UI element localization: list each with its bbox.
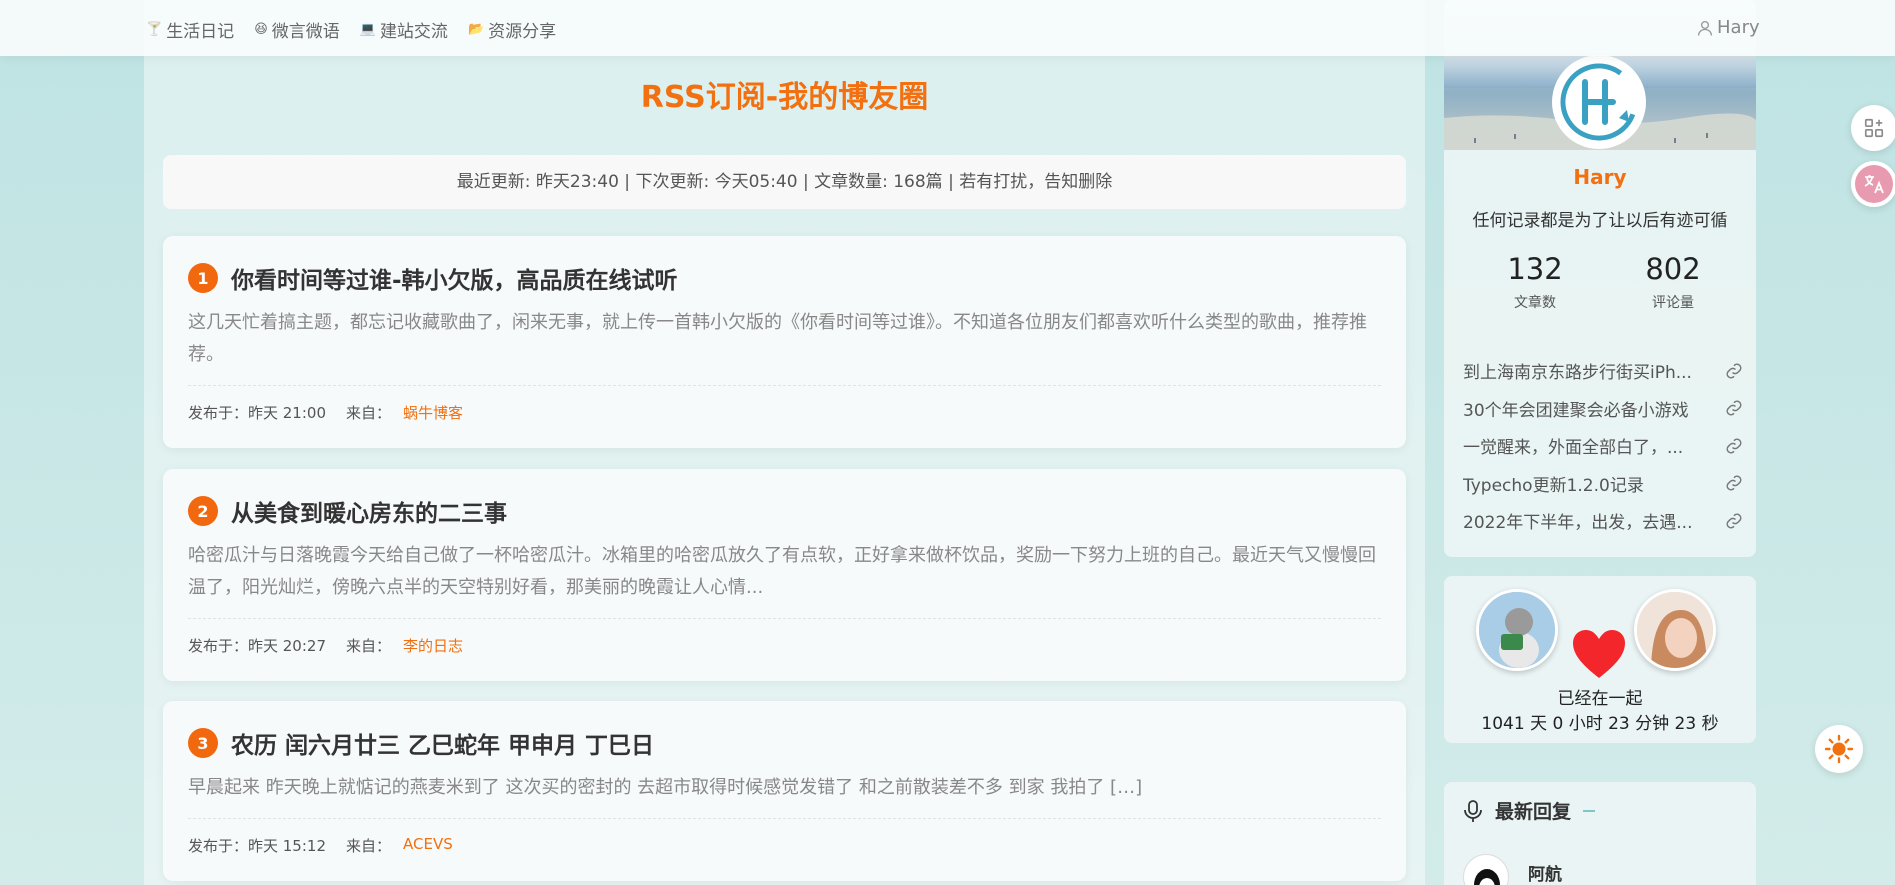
nav-item-label: 建站交流 xyxy=(379,22,448,42)
translate-button[interactable] xyxy=(1851,161,1895,207)
microphone-icon xyxy=(1464,799,1482,822)
article-title[interactable]: 农历 闰六月廿三 乙巳蛇年 甲申月 丁巳日 xyxy=(231,726,654,760)
reply-username[interactable]: 阿航 xyxy=(1528,860,1562,885)
recent-posts-list: 到上海南京东路步行街买iPh... 30个年会团建聚会必备小游戏 一觉醒来，外面… xyxy=(1463,352,1743,540)
nav-item-site-building[interactable]: 💻 建站交流 xyxy=(360,17,448,42)
nav-menu: 🍸 生活日记 😆 微言微语 💻 建站交流 📂 资源分享 xyxy=(146,17,556,42)
article-card[interactable]: 3 农历 闰六月廿三 乙巳蛇年 甲申月 丁巳日 早晨起来 昨天晚上就惦记的燕麦米… xyxy=(163,701,1406,881)
grin-icon: 😆 xyxy=(254,22,268,37)
link-icon xyxy=(1726,363,1742,379)
main-content: RSS订阅-我的博友圈 最近更新: 昨天23:40 | 下次更新: 今天05:4… xyxy=(144,0,1425,885)
user-menu[interactable]: Hary xyxy=(1696,17,1760,38)
recent-post-item[interactable]: 到上海南京东路步行街买iPh... xyxy=(1463,352,1743,390)
nav-item-label: 生活日记 xyxy=(166,22,235,42)
heart-icon xyxy=(1573,630,1625,678)
article-title[interactable]: 你看时间等过谁-韩小欠版，高品质在线试听 xyxy=(231,261,678,295)
article-header: 3 农历 闰六月廿三 乙巳蛇年 甲申月 丁巳日 xyxy=(188,726,1381,760)
recent-post-title: Typecho更新1.2.0记录 xyxy=(1463,475,1644,496)
article-excerpt: 早晨起来 昨天晚上就惦记的燕麦米到了 这次买的密封的 去超市取得时候感觉发错了 … xyxy=(188,777,1143,798)
user-icon xyxy=(1697,20,1713,36)
article-meta: 发布于：昨天 21:00 来自： 蜗牛博客 xyxy=(188,402,1381,423)
latest-replies-header: 最新回复 xyxy=(1463,797,1596,824)
cat-avatar-image xyxy=(1479,592,1555,668)
cocktail-icon: 🍸 xyxy=(146,22,163,37)
link-icon xyxy=(1726,475,1742,491)
love-counter-card: 已经在一起 1041 天 0 小时 23 分钟 23 秒 xyxy=(1444,576,1756,743)
avatar xyxy=(1634,589,1716,671)
nav-item-label: 资源分享 xyxy=(488,22,557,42)
recent-post-item[interactable]: Typecho更新1.2.0记录 xyxy=(1463,465,1743,503)
translate-icon xyxy=(1855,165,1893,203)
latest-replies-card: 最新回复 阿航 xyxy=(1444,782,1756,885)
article-header: 1 你看时间等过谁-韩小欠版，高品质在线试听 xyxy=(188,261,1381,295)
article-divider xyxy=(188,385,1381,386)
link-icon xyxy=(1726,400,1742,416)
latest-replies-title: 最新回复 xyxy=(1495,801,1572,823)
article-card[interactable]: 2 从美食到暖心房东的二三事 哈密瓜汁与日落晚霞今天给自己做了一杯哈密瓜汁。冰箱… xyxy=(163,469,1406,681)
article-source-link[interactable]: 蜗牛博客 xyxy=(403,402,463,423)
article-number-badge: 3 xyxy=(188,728,218,758)
article-published: 发布于：昨天 21:00 xyxy=(188,404,326,422)
posts-label: 文章数 xyxy=(1514,295,1556,311)
nav-item-life-diary[interactable]: 🍸 生活日记 xyxy=(146,17,234,42)
page-title: RSS订阅-我的博友圈 xyxy=(640,80,929,115)
posts-count: 132 xyxy=(1507,252,1563,286)
article-number-badge: 2 xyxy=(188,496,218,526)
article-header: 2 从美食到暖心房东的二三事 xyxy=(188,494,1381,528)
comments-count: 802 xyxy=(1645,252,1701,286)
nav-item-resources[interactable]: 📂 资源分享 xyxy=(468,17,556,42)
nav-item-label: 微言微语 xyxy=(271,22,340,42)
laptop-icon: 💻 xyxy=(359,22,376,37)
rss-stats-bar: 最近更新: 昨天23:40 | 下次更新: 今天05:40 | 文章数量: 16… xyxy=(163,155,1406,209)
article-divider xyxy=(188,618,1381,619)
article-number-badge: 1 xyxy=(188,263,218,293)
article-published: 发布于：昨天 15:12 xyxy=(188,837,326,855)
recent-post-title: 2022年下半年，出发，去遇... xyxy=(1463,513,1693,534)
article-meta: 发布于：昨天 20:27 来自： 李的日志 xyxy=(188,635,1381,656)
article-excerpt: 哈密瓜汁与日落晚霞今天给自己做了一杯哈密瓜汁。冰箱里的哈密瓜放久了有点软，正好拿… xyxy=(188,545,1376,598)
article-from-label: 来自： xyxy=(346,637,392,655)
recent-post-title: 到上海南京东路步行街买iPh... xyxy=(1463,363,1692,384)
recent-post-item[interactable]: 2022年下半年，出发，去遇... xyxy=(1463,502,1743,540)
recent-post-item[interactable]: 30个年会团建聚会必备小游戏 xyxy=(1463,390,1743,428)
together-duration: 1041 天 0 小时 23 分钟 23 秒 xyxy=(1481,714,1719,734)
title-accent-dash xyxy=(1583,809,1596,812)
profile-card: Hary 任何记录都是为了让以后有迹可循 132 文章数 802 评论量 到上海… xyxy=(1444,0,1756,557)
recent-post-title: 30个年会团建聚会必备小游戏 xyxy=(1463,400,1689,421)
sun-icon xyxy=(1824,734,1854,764)
article-excerpt: 这几天忙着搞主题，都忘记收藏歌曲了，闲来无事，就上传一首韩小欠版的《你看时间等过… xyxy=(188,312,1367,365)
theme-toggle-button[interactable] xyxy=(1815,725,1863,773)
apps-button[interactable] xyxy=(1851,105,1895,151)
stat-comments: 802 评论量 xyxy=(1613,252,1733,312)
article-title[interactable]: 从美食到暖心房东的二三事 xyxy=(231,494,507,528)
article-source-link[interactable]: 李的日志 xyxy=(403,635,463,656)
reply-avatar xyxy=(1463,854,1509,885)
article-divider xyxy=(188,818,1381,819)
girl-avatar-image xyxy=(1637,592,1713,668)
avatar xyxy=(1476,589,1558,671)
stat-posts: 132 文章数 xyxy=(1475,252,1595,312)
link-icon xyxy=(1726,438,1742,454)
article-published: 发布于：昨天 20:27 xyxy=(188,637,326,655)
folder-icon: 📂 xyxy=(467,22,485,37)
article-source-link[interactable]: ACEVS xyxy=(403,835,453,856)
link-icon xyxy=(1726,513,1742,529)
profile-name: Hary xyxy=(1573,165,1627,189)
site-logo[interactable] xyxy=(1552,55,1646,149)
recent-post-item[interactable]: 一觉醒来，外面全部白了，... xyxy=(1463,427,1743,465)
comments-label: 评论量 xyxy=(1652,295,1694,311)
profile-bio: 任何记录都是为了让以后有迹可循 xyxy=(1472,211,1728,231)
user-name: Hary xyxy=(1717,17,1760,38)
qq-penguin-icon xyxy=(1474,869,1500,885)
together-label: 已经在一起 xyxy=(1557,689,1643,709)
article-from-label: 来自： xyxy=(346,404,392,422)
article-from-label: 来自： xyxy=(346,837,392,855)
top-navbar: 🍸 生活日记 😆 微言微语 💻 建站交流 📂 资源分享 Hary xyxy=(0,0,1895,56)
recent-post-title: 一觉醒来，外面全部白了，... xyxy=(1463,438,1684,459)
nav-item-micro-words[interactable]: 😆 微言微语 xyxy=(254,17,340,42)
article-card[interactable]: 1 你看时间等过谁-韩小欠版，高品质在线试听 这几天忙着搞主题，都忘记收藏歌曲了… xyxy=(163,236,1406,448)
apps-grid-icon xyxy=(1864,118,1884,138)
article-meta: 发布于：昨天 15:12 来自： ACEVS xyxy=(188,835,1381,856)
hary-logo-icon xyxy=(1560,63,1638,141)
